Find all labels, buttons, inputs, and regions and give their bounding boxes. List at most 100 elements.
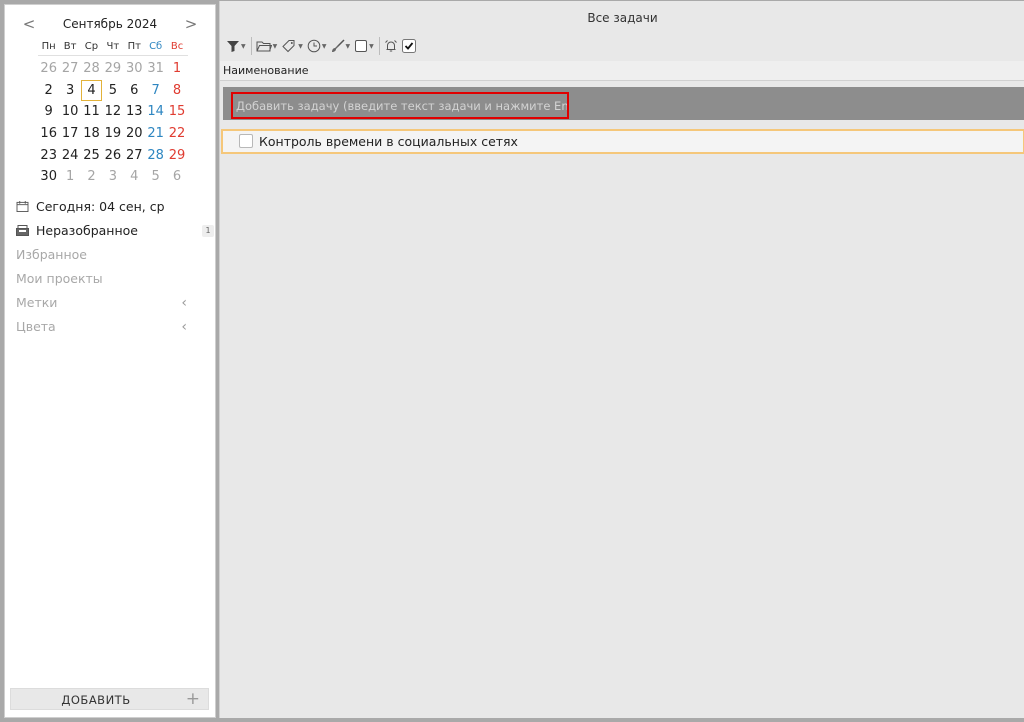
task-checkbox[interactable] — [239, 134, 253, 148]
calendar-day[interactable]: 19 — [102, 123, 123, 145]
calendar-day-today[interactable]: 4 — [80, 79, 103, 102]
sidebar-item-label: Избранное — [16, 247, 87, 262]
calendar-day[interactable]: 1 — [166, 58, 187, 80]
weekday-label: Пн — [41, 41, 56, 52]
calendar-day[interactable]: 22 — [166, 123, 187, 145]
calendar-day[interactable]: 18 — [81, 123, 102, 145]
calendar-week: 2345678 — [38, 79, 188, 102]
tag-filter-button[interactable]: ▼ — [281, 37, 303, 55]
calendar-day[interactable]: 15 — [166, 101, 187, 123]
calendar-weekdays: Пн Вт Ср Чт Пт Сб Вс — [38, 39, 188, 56]
inbox-count-badge: 1 — [202, 225, 214, 237]
column-header-name: Наименование — [223, 64, 309, 77]
calendar-day[interactable]: 29 — [102, 58, 123, 80]
calendar-day[interactable]: 3 — [102, 166, 123, 188]
calendar-day[interactable]: 17 — [59, 123, 80, 145]
calendar-day[interactable]: 25 — [81, 145, 102, 167]
calendar-days: 26 27 28 29 30 31 1 2 3 4 5 6 7 8 9 10 11 12 13 14 15 16 17 18 1… — [38, 58, 188, 188]
calendar-day[interactable]: 11 — [81, 101, 102, 123]
calendar-day[interactable]: 21 — [145, 123, 166, 145]
calendar-day[interactable]: 9 — [38, 101, 59, 123]
toolbar: ▼ ▼ ▼ ▼ ▼ ▼ — [226, 37, 420, 55]
filter-icon — [227, 41, 239, 52]
calendar-day[interactable]: 27 — [59, 58, 80, 80]
sidebar-item-colors[interactable]: Цвета ‹ — [5, 315, 217, 339]
chevron-left-icon[interactable]: ‹ — [181, 291, 187, 315]
sidebar: < Сентябрь 2024 > Пн Вт Ср Чт Пт Сб Вс 2… — [4, 4, 216, 718]
brush-icon — [331, 39, 345, 52]
calendar-day[interactable]: 12 — [102, 101, 123, 123]
weekday-label: Сб — [149, 41, 163, 52]
main-panel: Все задачи ▼ ▼ ▼ ▼ ▼ ▼ Наименование Доба… — [219, 1, 1024, 718]
calendar-day[interactable]: 3 — [59, 80, 80, 102]
weekday-label: Ср — [84, 41, 99, 52]
checkbox-checked-icon — [401, 39, 416, 53]
color-filter-button[interactable]: ▼ — [354, 37, 374, 55]
project-filter-button[interactable]: ▼ — [256, 37, 277, 55]
alarm-icon — [384, 40, 397, 52]
filter-button[interactable]: ▼ — [226, 37, 246, 55]
sidebar-item-label: Сегодня: 04 сен, ср — [36, 199, 165, 214]
dropdown-arrow-icon: ▼ — [345, 42, 351, 50]
calendar-month-title[interactable]: Сентябрь 2024 — [45, 17, 175, 31]
calendar-day[interactable]: 26 — [38, 58, 59, 80]
add-button[interactable]: ДОБАВИТЬ + — [10, 688, 209, 710]
sidebar-item-inbox[interactable]: Неразобранное 1 — [5, 219, 217, 243]
calendar-day[interactable]: 6 — [124, 80, 145, 102]
calendar-day[interactable]: 8 — [166, 80, 187, 102]
add-task-input[interactable] — [231, 92, 569, 119]
calendar-day[interactable]: 26 — [102, 145, 123, 167]
calendar-day[interactable]: 30 — [124, 58, 145, 80]
calendar-day[interactable]: 1 — [59, 166, 80, 188]
sidebar-item-projects[interactable]: Мои проекты — [5, 267, 217, 291]
calendar-day[interactable]: 10 — [59, 101, 80, 123]
calendar-day[interactable]: 16 — [38, 123, 59, 145]
calendar-next-month-button[interactable]: > — [181, 15, 201, 35]
folder-icon — [256, 41, 272, 52]
priority-filter-button[interactable]: ▼ — [331, 37, 351, 55]
task-row[interactable]: Контроль времени в социальных сетях — [221, 129, 1024, 154]
add-task-bar — [223, 87, 1024, 120]
calendar-day[interactable]: 2 — [38, 80, 59, 102]
calendar-week: 30 1 2 3 4 5 6 — [38, 166, 188, 188]
calendar-day[interactable]: 29 — [166, 145, 187, 167]
calendar-day[interactable]: 27 — [124, 145, 145, 167]
time-filter-button[interactable]: ▼ — [307, 37, 327, 55]
calendar-day[interactable]: 31 — [145, 58, 166, 80]
dropdown-arrow-icon: ▼ — [369, 42, 374, 50]
calendar-day[interactable]: 6 — [166, 166, 187, 188]
inbox-icon — [16, 225, 29, 236]
dropdown-arrow-icon: ▼ — [321, 42, 327, 50]
calendar-grid: Пн Вт Ср Чт Пт Сб Вс 26 27 28 29 30 31 1 2 3 4 5 6 7… — [38, 39, 188, 188]
sidebar-item-label: Метки — [16, 295, 58, 310]
calendar-prev-month-button[interactable]: < — [19, 15, 39, 35]
calendar-header: < Сентябрь 2024 > — [5, 15, 217, 35]
calendar-day[interactable]: 14 — [145, 101, 166, 123]
sidebar-item-label: Мои проекты — [16, 271, 103, 286]
sidebar-item-tags[interactable]: Метки ‹ — [5, 291, 217, 315]
sidebar-item-today[interactable]: Сегодня: 04 сен, ср — [5, 195, 217, 219]
calendar-day[interactable]: 13 — [124, 101, 145, 123]
weekday-label: Вт — [63, 41, 77, 52]
sidebar-item-label: Неразобранное — [36, 223, 138, 238]
calendar-day[interactable]: 5 — [145, 166, 166, 188]
calendar-day[interactable]: 23 — [38, 145, 59, 167]
calendar-day[interactable]: 2 — [81, 166, 102, 188]
calendar-day[interactable]: 20 — [124, 123, 145, 145]
column-header[interactable]: Наименование — [220, 61, 1024, 81]
show-completed-toggle[interactable] — [401, 37, 416, 55]
calendar-day[interactable]: 7 — [145, 80, 166, 102]
calendar-day[interactable]: 28 — [145, 145, 166, 167]
calendar-day[interactable]: 5 — [102, 80, 123, 102]
toolbar-separator — [378, 37, 380, 55]
calendar-day[interactable]: 30 — [38, 166, 59, 188]
weekday-label: Вс — [170, 41, 184, 52]
calendar-day[interactable]: 28 — [81, 58, 102, 80]
calendar-day[interactable]: 24 — [59, 145, 80, 167]
chevron-left-icon[interactable]: ‹ — [181, 315, 187, 339]
sidebar-item-favorites[interactable]: Избранное — [5, 243, 217, 267]
calendar-week: 16 17 18 19 20 21 22 — [38, 123, 188, 145]
reminders-toggle-button[interactable] — [384, 37, 398, 55]
clock-icon — [307, 39, 321, 53]
calendar-day[interactable]: 4 — [124, 166, 145, 188]
